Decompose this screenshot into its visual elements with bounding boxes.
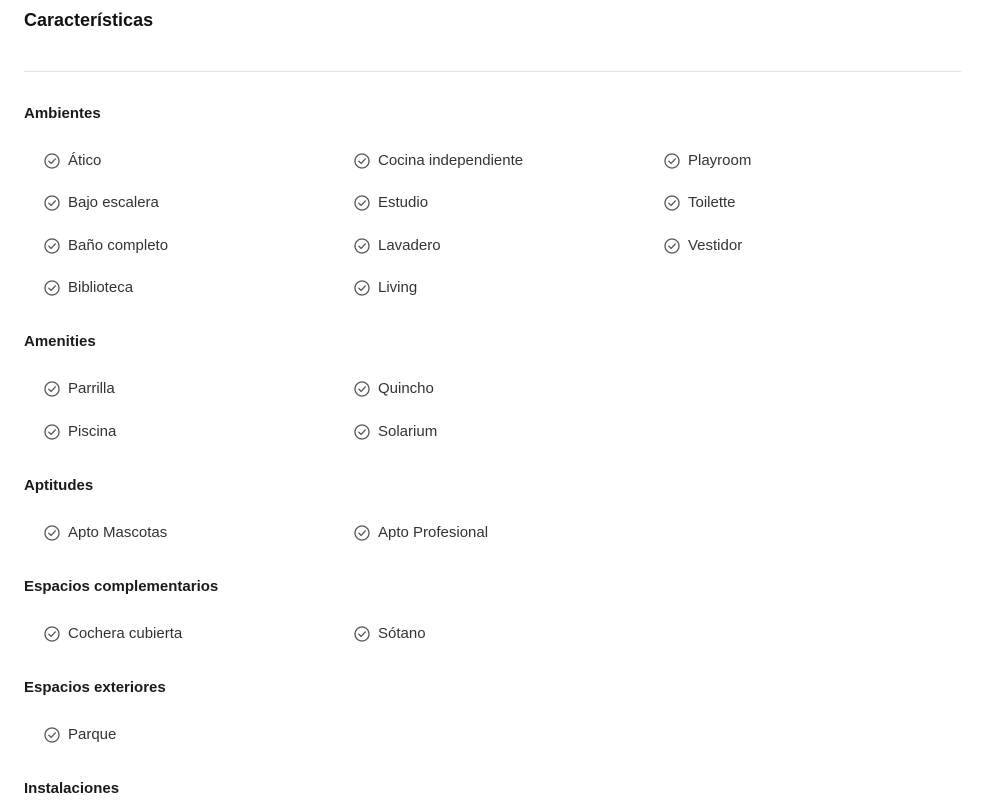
check-circle-icon xyxy=(354,195,370,211)
section-title-espacios-exteriores: Espacios exteriores xyxy=(24,679,166,696)
feature-item: Toilette xyxy=(664,192,736,214)
check-circle-icon xyxy=(354,238,370,254)
check-circle-icon xyxy=(44,424,60,440)
feature-label: Apto Profesional xyxy=(378,524,489,541)
check-circle-icon xyxy=(44,727,60,743)
feature-item: Ático xyxy=(44,150,101,172)
check-circle-icon xyxy=(664,153,680,169)
check-circle-icon xyxy=(664,238,680,254)
check-circle-icon xyxy=(354,153,370,169)
feature-label: Quincho xyxy=(378,380,434,397)
check-circle-icon xyxy=(354,525,370,541)
feature-item: Parque xyxy=(44,724,116,746)
feature-label: Sótano xyxy=(378,625,426,642)
check-circle-icon xyxy=(44,381,60,397)
divider xyxy=(24,71,961,72)
feature-label: Playroom xyxy=(688,152,752,169)
section-title-aptitudes: Aptitudes xyxy=(24,477,94,494)
feature-label: Solarium xyxy=(378,423,438,440)
feature-item: Solarium xyxy=(354,421,437,443)
section-title-espacios-complementarios: Espacios complementarios xyxy=(24,578,219,595)
feature-item: Sótano xyxy=(354,623,426,645)
feature-item: Estudio xyxy=(354,192,428,214)
check-circle-icon xyxy=(354,626,370,642)
feature-item: Cocina independiente xyxy=(354,150,523,172)
feature-label: Parque xyxy=(68,726,117,743)
section-title-ambientes: Ambientes xyxy=(24,105,101,122)
feature-item: Parrilla xyxy=(44,378,115,400)
check-circle-icon xyxy=(354,381,370,397)
feature-item: Piscina xyxy=(44,421,116,443)
check-circle-icon xyxy=(44,238,60,254)
check-circle-icon xyxy=(44,153,60,169)
feature-item: Biblioteca xyxy=(44,277,133,299)
feature-label: Cochera cubierta xyxy=(68,625,183,642)
section-title-instalaciones: Instalaciones xyxy=(24,780,120,797)
feature-label: Toilette xyxy=(688,194,736,211)
check-circle-icon xyxy=(44,525,60,541)
feature-item: Quincho xyxy=(354,378,434,400)
feature-label: Bajo escalera xyxy=(68,194,159,211)
feature-label: Lavadero xyxy=(378,237,441,254)
check-circle-icon xyxy=(44,195,60,211)
check-circle-icon xyxy=(44,626,60,642)
feature-item: Lavadero xyxy=(354,235,441,257)
feature-label: Estudio xyxy=(378,194,429,211)
feature-label: Apto Mascotas xyxy=(68,524,168,541)
feature-label: Cocina independiente xyxy=(378,152,524,169)
feature-item: Vestidor xyxy=(664,235,742,257)
feature-label: Biblioteca xyxy=(68,279,134,296)
feature-label: Vestidor xyxy=(688,237,743,254)
check-circle-icon xyxy=(44,280,60,296)
feature-label: Living xyxy=(378,279,418,296)
check-circle-icon xyxy=(354,424,370,440)
page-title: Características xyxy=(24,10,154,30)
feature-label: Baño completo xyxy=(68,237,169,254)
feature-item: Baño completo xyxy=(44,235,168,257)
feature-label: Piscina xyxy=(68,423,117,440)
check-circle-icon xyxy=(664,195,680,211)
feature-item: Bajo escalera xyxy=(44,192,159,214)
feature-item: Cochera cubierta xyxy=(44,623,182,645)
feature-item: Apto Mascotas xyxy=(44,522,167,544)
feature-label: Parrilla xyxy=(68,380,115,397)
feature-item: Apto Profesional xyxy=(354,522,488,544)
section-title-amenities: Amenities xyxy=(24,333,96,350)
feature-item: Living xyxy=(354,277,417,299)
feature-label: Ático xyxy=(68,152,102,169)
feature-item: Playroom xyxy=(664,150,751,172)
check-circle-icon xyxy=(354,280,370,296)
